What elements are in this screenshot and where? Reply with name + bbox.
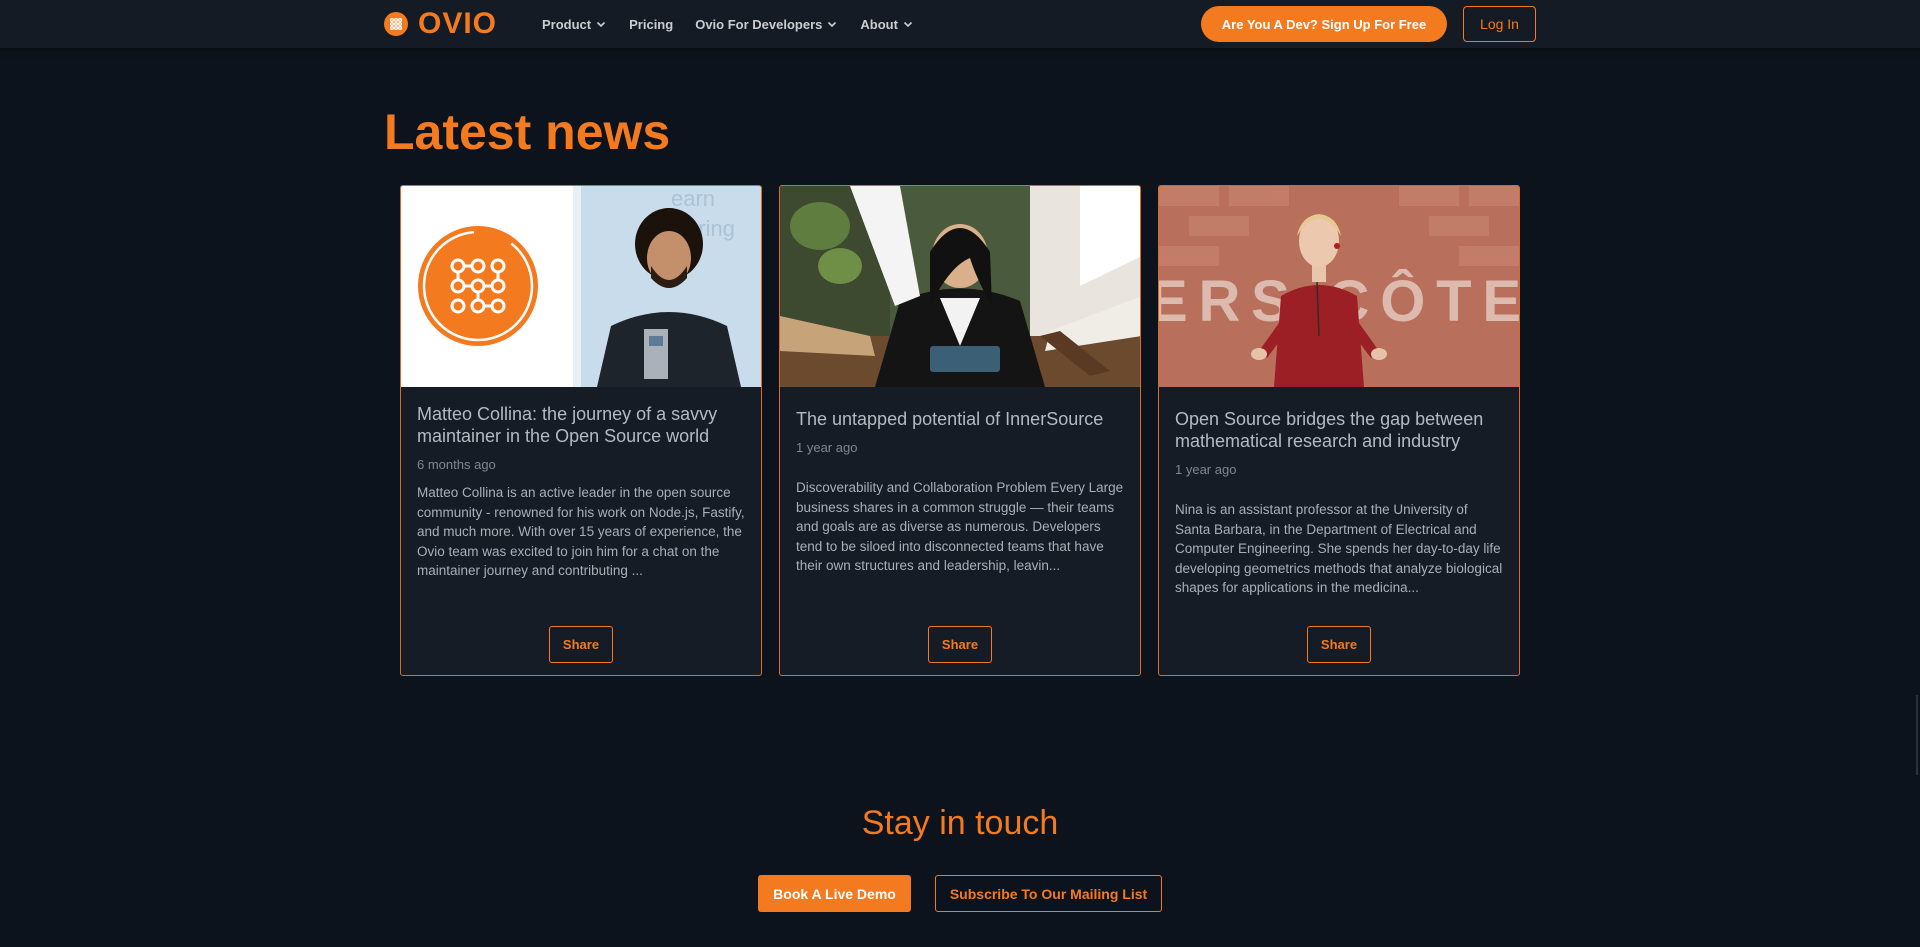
main-menu: Product Pricing Ovio For Developers Abou… <box>542 0 936 48</box>
menu-item-label: Pricing <box>629 16 674 32</box>
chevron-down-icon <box>597 21 606 28</box>
team-pointing-at-tablet-photo <box>780 186 1140 387</box>
ovio-logo-and-speaker-photo: earn ering <box>401 186 761 387</box>
share-button[interactable]: Share <box>1307 626 1371 663</box>
book-demo-button[interactable]: Book A Live Demo <box>758 875 911 912</box>
menu-item-label: About <box>860 16 898 32</box>
chevron-down-icon <box>828 21 837 28</box>
card-excerpt: Nina is an assistant professor at the Un… <box>1175 502 1503 596</box>
menu-item-label: Ovio For Developers <box>695 16 823 32</box>
ovio-logo-icon <box>384 12 408 36</box>
share-button[interactable]: Share <box>549 626 613 663</box>
subscribe-mailing-list-button[interactable]: Subscribe To Our Mailing List <box>935 875 1162 912</box>
dev-signup-button[interactable]: Are You A Dev? Sign Up For Free <box>1201 6 1447 42</box>
card-title[interactable]: Matteo Collina: the journey of a savvy m… <box>417 403 745 447</box>
card-date: 1 year ago <box>796 440 858 455</box>
card-title[interactable]: Open Source bridges the gap between math… <box>1175 408 1503 452</box>
chevron-down-icon <box>903 21 912 28</box>
card-excerpt: Discoverability and Collaboration Proble… <box>796 480 1124 574</box>
news-card[interactable]: ERS CÔTE Open Source bridges the gap bet… <box>1158 185 1520 676</box>
speaker-on-stage-photo: ERS CÔTE <box>1159 186 1519 387</box>
card-date: 1 year ago <box>1175 462 1237 477</box>
card-title[interactable]: The untapped potential of InnerSource <box>796 408 1124 430</box>
card-excerpt: Matteo Collina is an active leader in th… <box>417 485 745 579</box>
menu-item-pricing[interactable]: Pricing <box>629 17 673 32</box>
login-button[interactable]: Log In <box>1463 6 1536 42</box>
news-card[interactable]: earn ering Matteo Collina: the journey o… <box>400 185 762 676</box>
top-navbar: OVIO Product Pricing Ovio For Developers… <box>0 0 1920 48</box>
brand-name: OVIO <box>418 7 498 40</box>
menu-item-developers[interactable]: Ovio For Developers <box>695 17 838 32</box>
svg-text:earn: earn <box>671 186 715 211</box>
menu-item-about[interactable]: About <box>860 17 914 32</box>
menu-item-product[interactable]: Product <box>542 17 607 32</box>
stay-in-touch-heading: Stay in touch <box>861 804 1059 842</box>
latest-news-heading: Latest news <box>384 104 671 160</box>
brand-logo-link[interactable]: OVIO <box>384 8 497 40</box>
news-card[interactable]: The untapped potential of InnerSource 1 … <box>779 185 1141 676</box>
share-button[interactable]: Share <box>928 626 992 663</box>
card-date: 6 months ago <box>417 457 496 472</box>
scrollbar-thumb[interactable] <box>1916 695 1918 775</box>
menu-item-label: Product <box>542 16 592 32</box>
